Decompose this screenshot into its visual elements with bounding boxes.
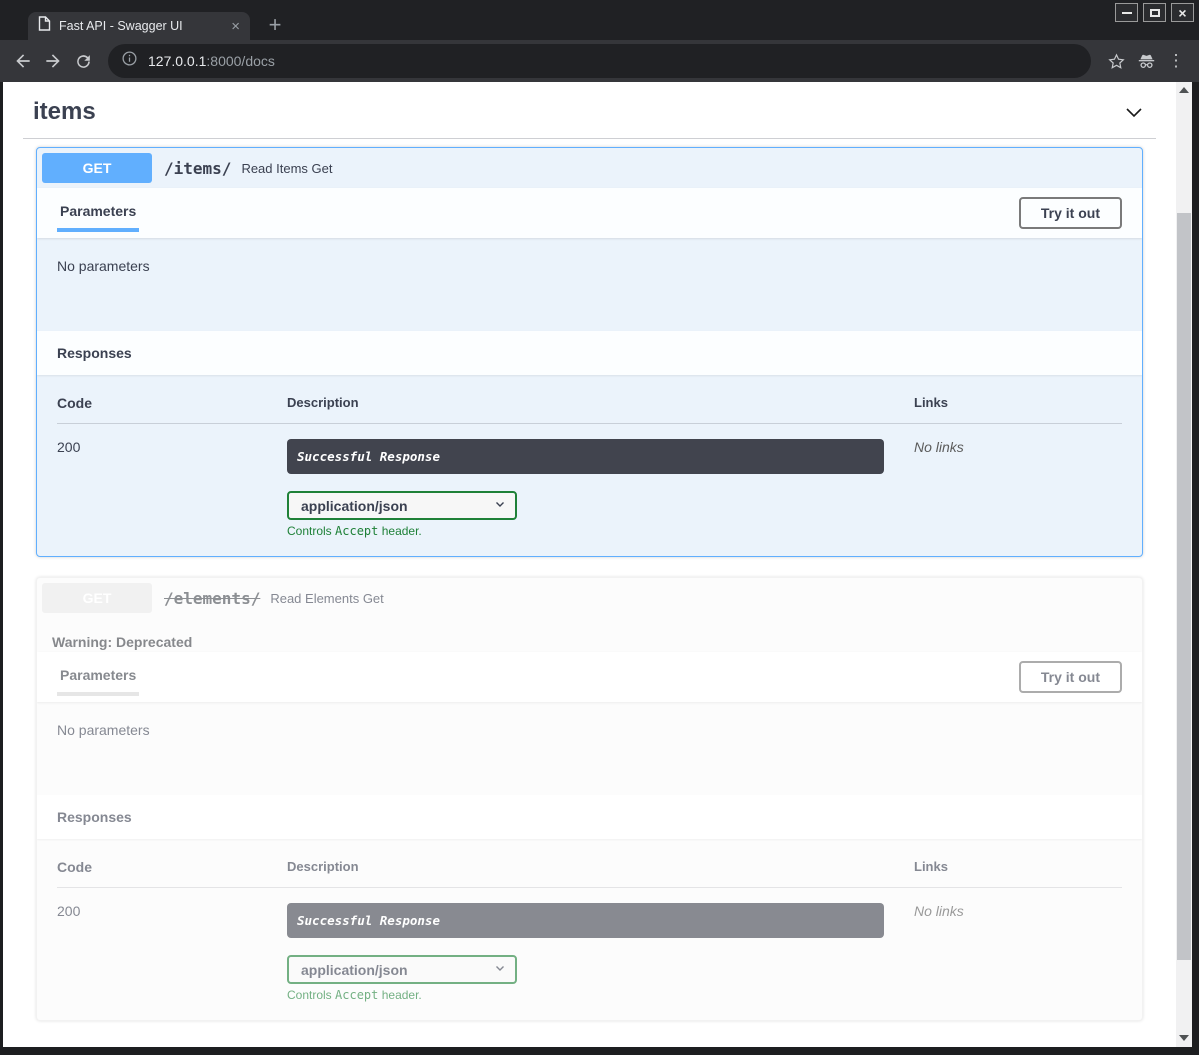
responses-header: Responses — [37, 331, 1142, 375]
forward-button[interactable] — [40, 48, 66, 74]
responses-table: Code Description Links 200 Successful Re… — [37, 375, 1142, 556]
no-links-text: No links — [914, 439, 1122, 538]
try-it-out-button[interactable]: Try it out — [1019, 197, 1122, 229]
response-description: Successful Response — [287, 903, 884, 938]
endpoint-summary: Read Elements Get — [270, 591, 383, 606]
browser-toolbar: 127.0.0.1:8000/docs ⋮ — [0, 40, 1199, 82]
response-description-cell: Successful Response application/json Con… — [287, 439, 914, 538]
responses-table: Code Description Links 200 Successful Re… — [37, 839, 1142, 1020]
endpoint-path: /items/ — [152, 159, 241, 178]
parameters-header: Parameters Try it out — [37, 188, 1142, 238]
try-it-out-button[interactable]: Try it out — [1019, 661, 1122, 693]
maximize-icon — [1150, 9, 1160, 17]
select-chevron-icon — [493, 497, 507, 514]
scrollbar-up-arrow[interactable] — [1179, 87, 1189, 93]
method-badge: GET — [42, 153, 152, 183]
links-column-header: Links — [914, 859, 1122, 875]
opblock-summary[interactable]: GET /items/ Read Items Get — [37, 148, 1142, 188]
response-row-200: 200 Successful Response application/json… — [57, 424, 1122, 538]
parameters-body: No parameters — [37, 238, 1142, 331]
new-tab-button[interactable]: + — [262, 13, 288, 39]
code-column-header: Code — [57, 395, 287, 411]
deprecated-warning: Warning: Deprecated — [37, 618, 1142, 652]
tab-parameters[interactable]: Parameters — [57, 203, 139, 232]
response-description-cell: Successful Response application/json Con… — [287, 903, 914, 1002]
url-text: 127.0.0.1:8000/docs — [148, 53, 275, 69]
endpoint-path: /elements/ — [152, 589, 270, 608]
chevron-down-icon[interactable] — [1122, 100, 1146, 124]
page-scrollbar[interactable] — [1176, 82, 1192, 1047]
opblock-get-items: GET /items/ Read Items Get Parameters Tr… — [36, 147, 1143, 557]
window-controls: × — [1115, 3, 1194, 22]
window-maximize-button[interactable] — [1143, 3, 1166, 22]
response-code: 200 — [57, 903, 287, 1002]
links-column-header: Links — [914, 395, 1122, 411]
reload-button[interactable] — [70, 48, 96, 74]
responses-title: Responses — [57, 809, 132, 825]
close-icon: × — [1178, 6, 1186, 20]
tag-title: items — [33, 98, 96, 126]
no-parameters-text: No parameters — [57, 258, 150, 274]
browser-menu-icon[interactable]: ⋮ — [1163, 48, 1189, 74]
method-badge: GET — [42, 583, 152, 613]
tab-parameters[interactable]: Parameters — [57, 667, 139, 696]
site-info-icon[interactable] — [121, 50, 138, 72]
page-favicon-icon — [38, 16, 51, 36]
opblock-summary[interactable]: GET /elements/ Read Elements Get — [37, 578, 1142, 618]
response-row-200: 200 Successful Response application/json… — [57, 888, 1122, 1002]
back-button[interactable] — [10, 48, 36, 74]
responses-title: Responses — [57, 345, 132, 361]
minimize-icon — [1122, 12, 1132, 14]
tab-strip: Fast API - Swagger UI × + × — [0, 0, 1199, 40]
select-chevron-icon — [493, 961, 507, 978]
parameters-body: No parameters — [37, 702, 1142, 795]
responses-table-head: Code Description Links — [57, 395, 1122, 424]
window-minimize-button[interactable] — [1115, 3, 1138, 22]
accept-header-note: Controls Accept header. — [287, 524, 884, 538]
scrollbar-thumb[interactable] — [1177, 213, 1191, 960]
response-code: 200 — [57, 439, 287, 538]
endpoint-summary: Read Items Get — [241, 161, 332, 176]
no-parameters-text: No parameters — [57, 722, 150, 738]
browser-chrome: Fast API - Swagger UI × + × 127.0.0.1:80… — [0, 0, 1199, 82]
tab-close-icon[interactable]: × — [231, 19, 240, 34]
incognito-icon — [1133, 48, 1159, 74]
description-column-header: Description — [287, 395, 914, 411]
scrollbar-down-arrow[interactable] — [1179, 1035, 1189, 1041]
parameters-header: Parameters Try it out — [37, 652, 1142, 702]
swagger-ui: items GET /items/ Read Items Get Paramet… — [3, 82, 1176, 1021]
url-path: :8000/docs — [206, 53, 275, 69]
window-frame: items GET /items/ Read Items Get Paramet… — [0, 82, 1199, 1047]
window-close-button[interactable]: × — [1171, 3, 1194, 22]
no-links-text: No links — [914, 903, 1122, 1002]
opblock-get-elements-deprecated: GET /elements/ Read Elements Get Warning… — [36, 577, 1143, 1021]
responses-table-head: Code Description Links — [57, 859, 1122, 888]
url-host: 127.0.0.1 — [148, 53, 206, 69]
response-description: Successful Response — [287, 439, 884, 474]
code-column-header: Code — [57, 859, 287, 875]
browser-tab[interactable]: Fast API - Swagger UI × — [28, 12, 250, 40]
description-column-header: Description — [287, 859, 914, 875]
responses-header: Responses — [37, 795, 1142, 839]
tab-title: Fast API - Swagger UI — [59, 19, 223, 33]
accept-header-note: Controls Accept header. — [287, 988, 884, 1002]
address-bar[interactable]: 127.0.0.1:8000/docs — [108, 44, 1091, 78]
media-type-select[interactable]: application/json — [287, 955, 517, 984]
page-content: items GET /items/ Read Items Get Paramet… — [3, 82, 1176, 1047]
bookmark-star-icon[interactable] — [1103, 48, 1129, 74]
tag-section-header[interactable]: items — [23, 88, 1156, 139]
media-type-select[interactable]: application/json — [287, 491, 517, 520]
media-type-value: application/json — [301, 962, 408, 978]
media-type-value: application/json — [301, 498, 408, 514]
